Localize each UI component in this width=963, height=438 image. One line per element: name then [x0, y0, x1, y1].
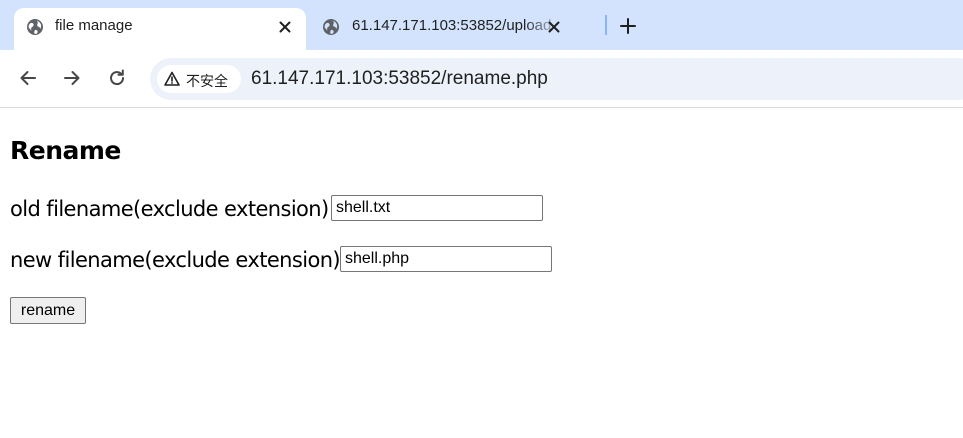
tab-title: 61.147.171.103:53852/upload [352, 17, 552, 34]
close-icon[interactable] [276, 18, 294, 36]
page-title: Rename [10, 136, 121, 165]
address-bar[interactable]: 不安全 61.147.171.103:53852/rename.php [150, 58, 963, 100]
security-indicator[interactable]: 不安全 [157, 65, 241, 93]
url-text[interactable]: 61.147.171.103:53852/rename.php [251, 68, 548, 90]
new-filename-row: new filename(exclude extension)： [10, 244, 552, 274]
new-filename-label: new filename(exclude extension)： [10, 248, 361, 272]
rename-button[interactable]: rename [10, 297, 86, 324]
tab-strip: file manage 61.147.171.103:53852/upload [0, 0, 963, 50]
tab-upload[interactable]: 61.147.171.103:53852/upload [310, 8, 600, 50]
old-filename-label: old filename(exclude extension)： [10, 197, 350, 221]
security-label: 不安全 [186, 74, 228, 90]
globe-icon [322, 18, 340, 36]
plus-icon[interactable] [616, 14, 640, 38]
tab-file-manage[interactable]: file manage [14, 8, 306, 50]
reload-icon[interactable] [106, 67, 128, 89]
tab-title: file manage [55, 17, 133, 34]
forward-arrow-icon[interactable] [61, 67, 83, 89]
new-filename-input[interactable] [340, 246, 552, 272]
warning-icon [164, 71, 180, 87]
back-arrow-icon[interactable] [17, 67, 39, 89]
browser-toolbar: 不安全 61.147.171.103:53852/rename.php [0, 50, 963, 108]
old-filename-input[interactable] [331, 195, 543, 221]
page-content: Rename old filename(exclude extension)： … [0, 109, 963, 438]
old-filename-row: old filename(exclude extension)： [10, 193, 543, 223]
globe-icon [26, 18, 44, 36]
tab-separator [605, 15, 607, 35]
close-icon[interactable] [545, 18, 563, 36]
